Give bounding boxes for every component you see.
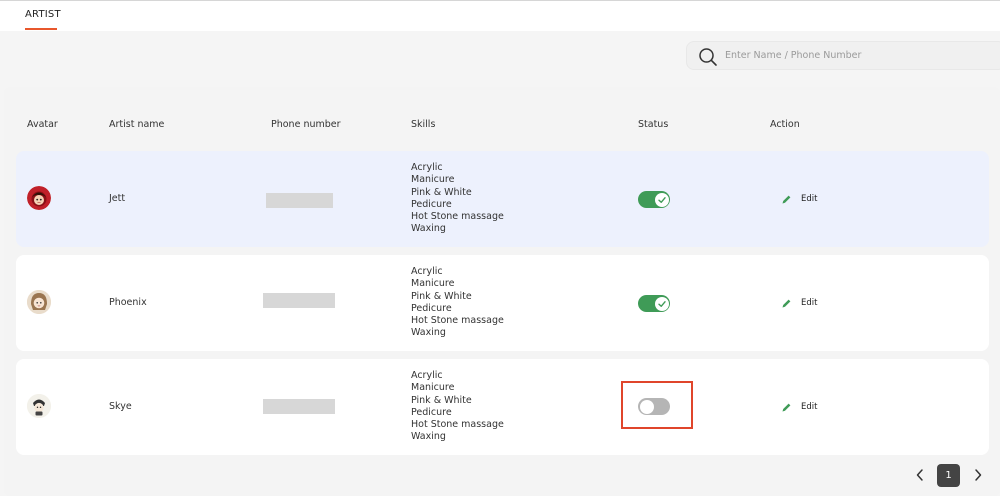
header-skills: Skills xyxy=(411,119,436,130)
toggle-knob xyxy=(654,296,669,311)
avatar-icon xyxy=(27,394,51,418)
status-toggle[interactable] xyxy=(638,295,670,312)
avatar-icon xyxy=(27,186,51,210)
phone-number-redacted xyxy=(263,399,335,414)
header-status: Status xyxy=(638,119,669,130)
phone-number-redacted xyxy=(263,293,335,308)
header-artist-name: Artist name xyxy=(109,119,165,130)
pencil-icon xyxy=(782,403,791,412)
chevron-right-icon[interactable] xyxy=(972,468,984,482)
pencil-icon xyxy=(782,195,791,204)
page-number-button[interactable]: 1 xyxy=(937,464,960,487)
toggle-knob xyxy=(654,192,669,207)
search-icon[interactable] xyxy=(697,46,719,68)
artist-name: Phoenix xyxy=(109,297,147,308)
search-box xyxy=(686,41,1000,70)
header-avatar: Avatar xyxy=(27,119,58,130)
status-toggle[interactable] xyxy=(638,191,670,208)
pencil-icon xyxy=(782,299,791,308)
active-tab-indicator xyxy=(25,28,57,30)
artist-name: Jett xyxy=(109,193,126,204)
artist-name: Skye xyxy=(109,401,132,412)
check-icon xyxy=(657,300,666,307)
chevron-left-icon[interactable] xyxy=(914,468,926,482)
top-tab-bar: ARTIST xyxy=(0,0,1000,31)
header-action: Action xyxy=(770,119,800,130)
table-row[interactable]: Jett Acrylic Manicure Pink & White Pedic… xyxy=(16,151,989,247)
avatar-icon xyxy=(27,290,51,314)
phone-number-redacted xyxy=(266,193,333,208)
header-phone-number: Phone number xyxy=(271,119,341,130)
search-input[interactable] xyxy=(725,42,995,69)
skills-list: Acrylic Manicure Pink & White Pedicure H… xyxy=(411,266,504,339)
skills-list: Acrylic Manicure Pink & White Pedicure H… xyxy=(411,370,504,443)
skills-list: Acrylic Manicure Pink & White Pedicure H… xyxy=(411,162,504,235)
check-icon xyxy=(657,196,666,203)
table-row[interactable]: Phoenix Acrylic Manicure Pink & White Pe… xyxy=(16,255,989,351)
table-row[interactable]: Skye Acrylic Manicure Pink & White Pedic… xyxy=(16,359,989,455)
toggle-highlight-box xyxy=(621,381,693,429)
